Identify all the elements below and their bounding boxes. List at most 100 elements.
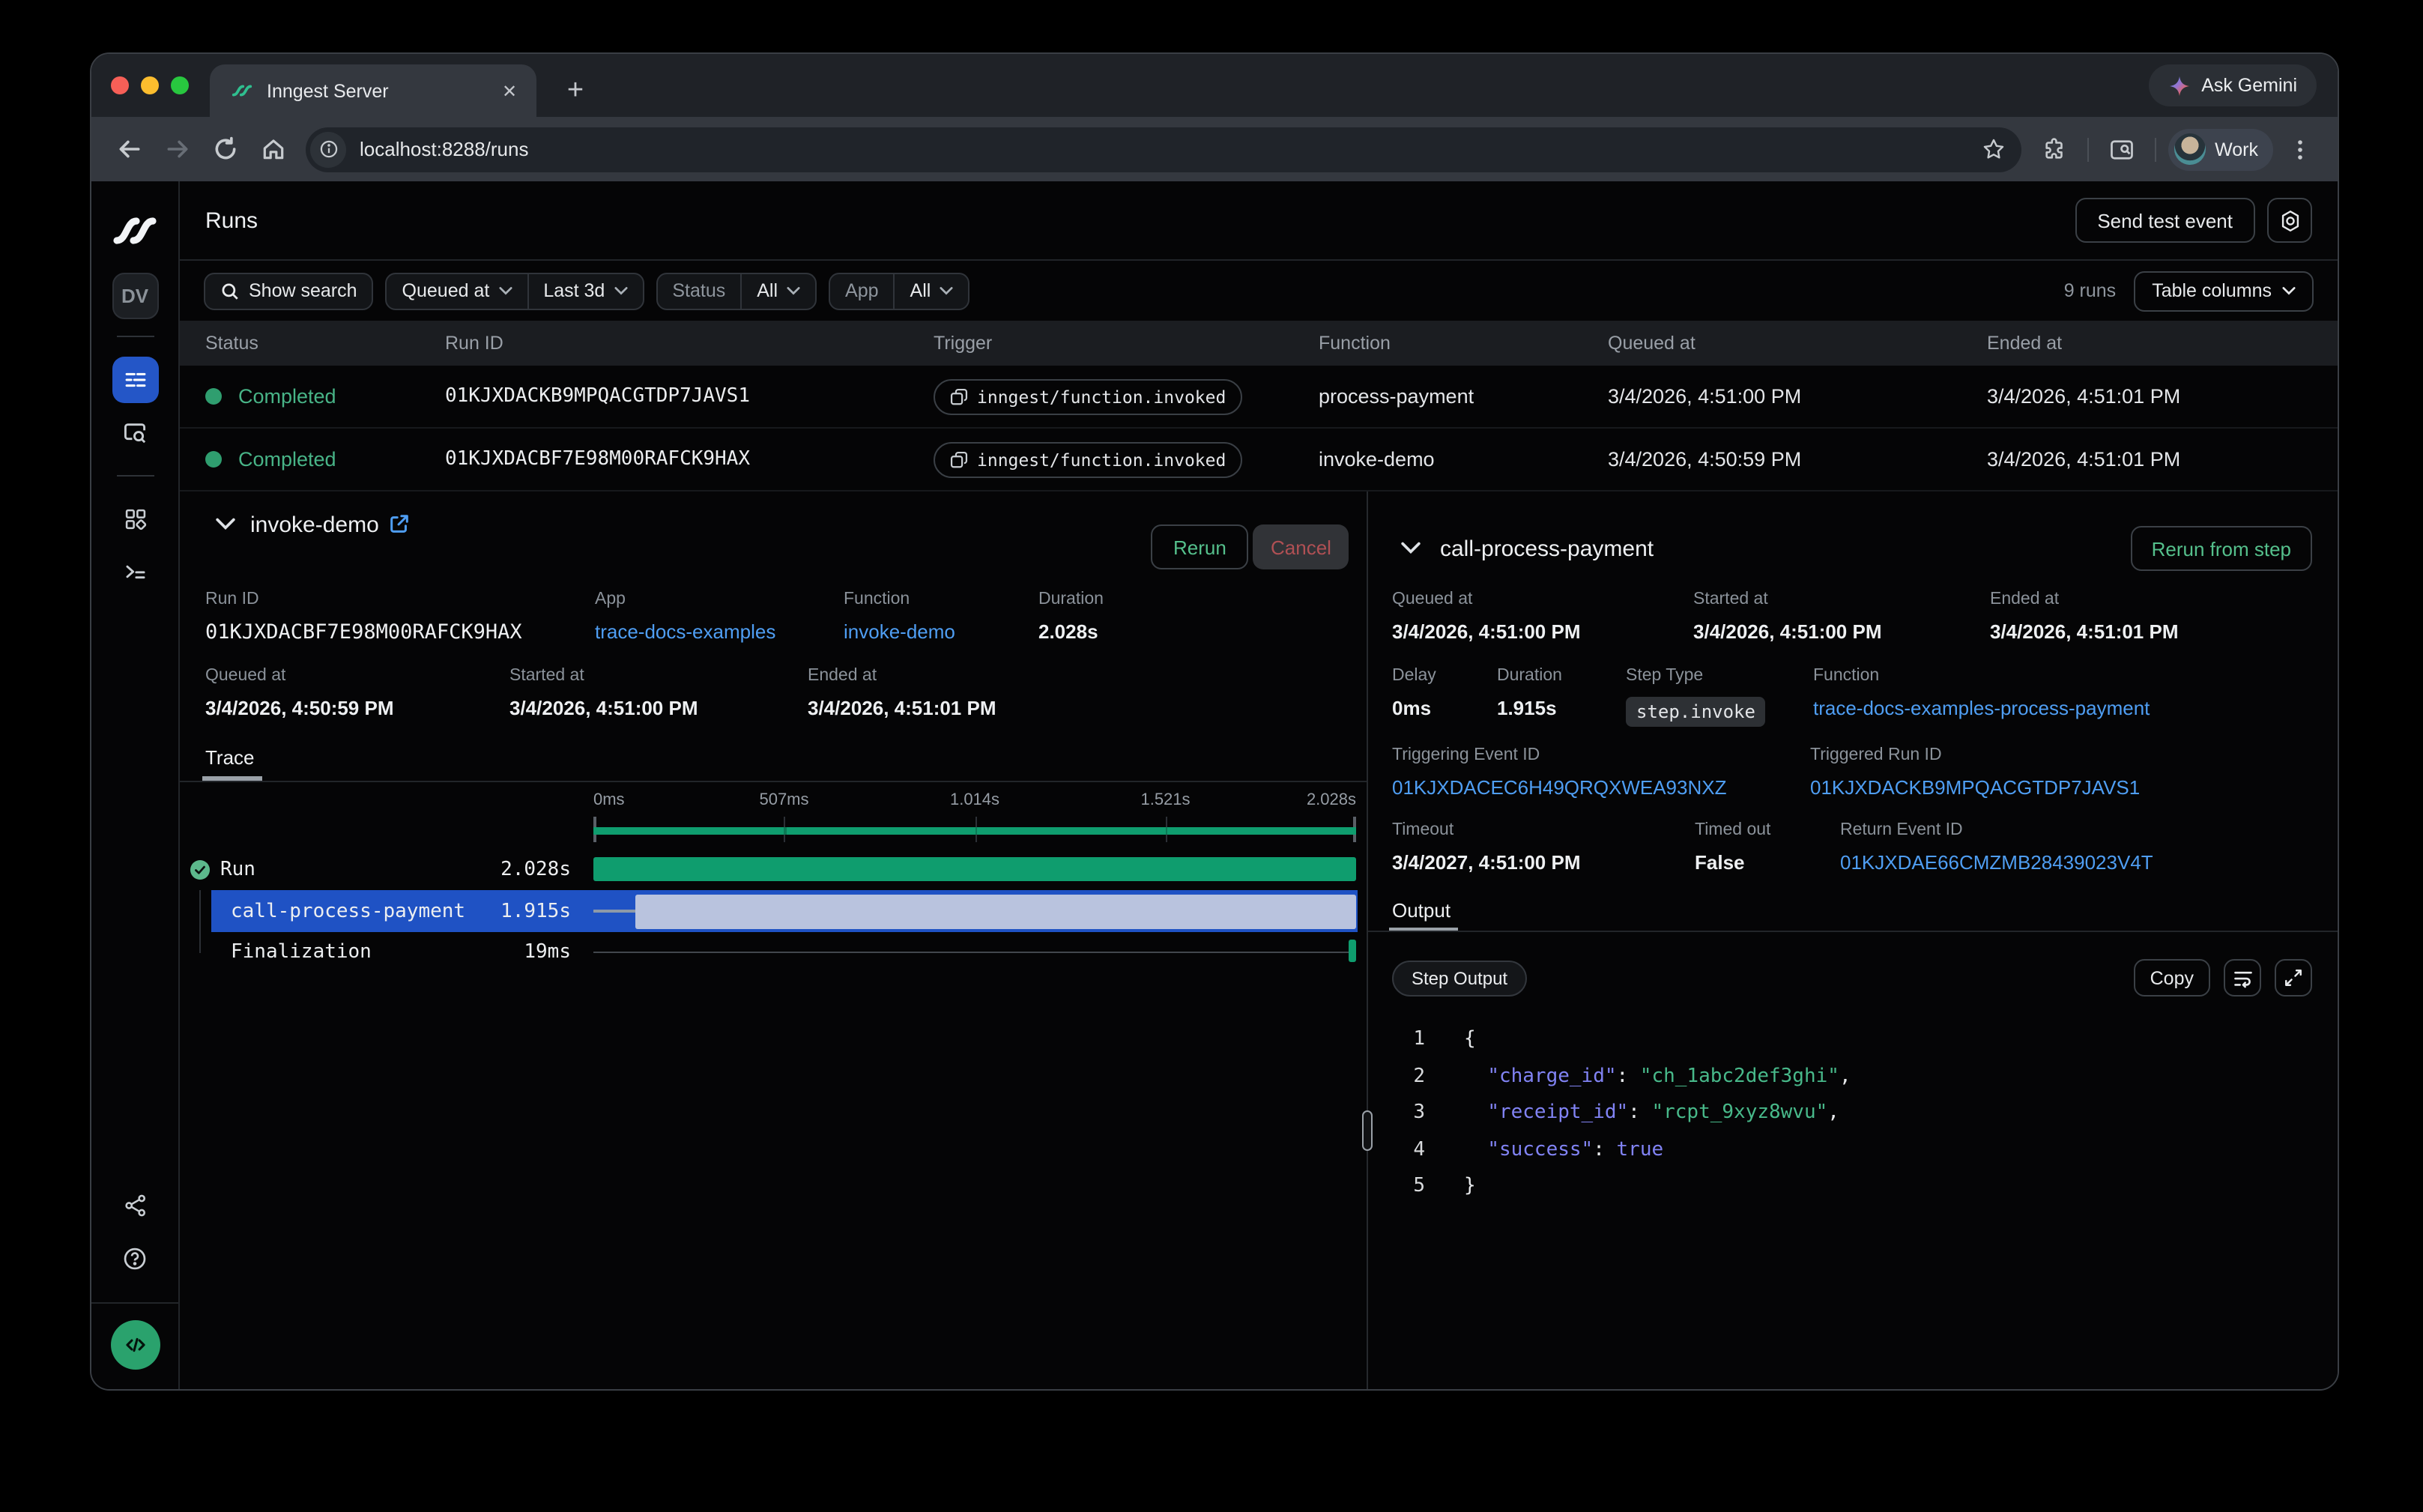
output-divider bbox=[1368, 931, 2338, 932]
run-title: invoke-demo bbox=[250, 512, 379, 538]
extensions-icon[interactable] bbox=[2033, 128, 2075, 170]
trace-ruler: 0ms 507ms 1.014s 1.521s 2.028s bbox=[593, 791, 1356, 812]
column-header-run-id[interactable]: Run ID bbox=[420, 333, 908, 354]
table-row[interactable]: Completed 01KJXDACKB9MPQACGTDP7JAVS1 inn… bbox=[180, 366, 2338, 429]
browser-menu-icon[interactable] bbox=[2279, 128, 2321, 170]
run-function: process-payment bbox=[1293, 385, 1582, 408]
search-icon bbox=[220, 281, 240, 300]
expand-button[interactable] bbox=[2275, 959, 2312, 997]
column-header-status[interactable]: Status bbox=[180, 333, 420, 354]
workspace-badge[interactable]: DV bbox=[112, 273, 158, 319]
return-event-id-link[interactable]: 01KJXDAE66CMZMB28439023V4T bbox=[1840, 851, 2153, 874]
send-test-event-button[interactable]: Send test event bbox=[2075, 198, 2255, 243]
maximize-window-button[interactable] bbox=[171, 76, 189, 94]
browser-profile-button[interactable]: Work bbox=[2168, 128, 2273, 170]
chevron-down-icon bbox=[614, 286, 627, 295]
external-link-icon[interactable] bbox=[388, 512, 411, 535]
tab-output[interactable]: Output bbox=[1392, 899, 1451, 922]
trace-bar-step[interactable] bbox=[635, 894, 1356, 928]
column-header-trigger[interactable]: Trigger bbox=[908, 333, 1293, 354]
trace-bar-finalization[interactable] bbox=[1349, 940, 1356, 962]
tab-trace[interactable]: Trace bbox=[205, 746, 255, 769]
trace-span-duration: 2.028s bbox=[421, 859, 571, 881]
ask-gemini-button[interactable]: Ask Gemini bbox=[2149, 64, 2317, 106]
trace-bar-connector bbox=[593, 951, 1349, 953]
column-header-queued-at[interactable]: Queued at bbox=[1582, 333, 1961, 354]
status-filter[interactable]: Status All bbox=[656, 272, 817, 309]
field-step-function: Function trace-docs-examples-process-pay… bbox=[1813, 667, 2150, 722]
field-step-ended-at: Ended at 3/4/2026, 4:51:01 PM bbox=[1990, 590, 2179, 646]
event-search-icon bbox=[121, 419, 148, 446]
trace-minimap[interactable] bbox=[593, 827, 1356, 834]
reload-button[interactable] bbox=[204, 128, 246, 170]
browser-tab[interactable]: Inngest Server ✕ bbox=[210, 64, 536, 117]
cancel-button[interactable]: Cancel bbox=[1253, 524, 1349, 569]
run-status: Completed bbox=[238, 448, 336, 471]
new-tab-button[interactable]: + bbox=[557, 73, 593, 109]
forward-button[interactable] bbox=[156, 128, 198, 170]
toolbar-separator bbox=[2155, 137, 2156, 161]
rerun-from-step-button[interactable]: Rerun from step bbox=[2131, 526, 2312, 571]
output-code[interactable]: 1{ 2 "charge_id": "ch_1abc2def3ghi", 3 "… bbox=[1392, 1022, 2323, 1206]
minimize-window-button[interactable] bbox=[141, 76, 159, 94]
rerun-button[interactable]: Rerun bbox=[1151, 524, 1249, 569]
field-function: Function invoke-demo bbox=[844, 590, 955, 646]
step-output-toggle[interactable]: Step Output bbox=[1392, 961, 1527, 997]
site-info-icon[interactable] bbox=[310, 131, 346, 167]
table-row[interactable]: Completed 01KJXDACBF7E98M00RAFCK9HAX inn… bbox=[180, 429, 2338, 492]
bookmark-star-icon[interactable] bbox=[1981, 136, 2006, 162]
code-line: 1{ bbox=[1392, 1022, 2323, 1059]
panel-resize-handle[interactable] bbox=[1362, 1110, 1373, 1151]
step-type-badge: step.invoke bbox=[1626, 697, 1766, 727]
home-button[interactable] bbox=[252, 128, 294, 170]
avatar bbox=[2174, 133, 2206, 165]
function-link[interactable]: invoke-demo bbox=[844, 620, 955, 643]
table-columns-button[interactable]: Table columns bbox=[2134, 270, 2314, 311]
field-triggered-run-id: Triggered Run ID 01KJXDACKB9MPQACGTDP7JA… bbox=[1810, 746, 2140, 802]
collapse-run-chevron-icon[interactable] bbox=[216, 517, 235, 530]
trigger-badge[interactable]: inngest/function.invoked bbox=[934, 441, 1242, 477]
field-duration: Duration 2.028s bbox=[1038, 590, 1104, 646]
step-function-link[interactable]: trace-docs-examples-process-payment bbox=[1813, 697, 2150, 719]
column-header-ended-at[interactable]: Ended at bbox=[1961, 333, 2338, 354]
wrap-text-button[interactable] bbox=[2224, 959, 2261, 997]
trace-tree-guide bbox=[199, 890, 201, 953]
code-line: 4 "success": true bbox=[1392, 1132, 2323, 1169]
close-window-button[interactable] bbox=[111, 76, 129, 94]
copy-button[interactable]: Copy bbox=[2134, 959, 2210, 997]
sidebar-item-events[interactable] bbox=[112, 409, 158, 456]
column-header-function[interactable]: Function bbox=[1293, 333, 1582, 354]
app-link[interactable]: trace-docs-examples bbox=[595, 620, 775, 643]
queued-at-filter[interactable]: Queued at Last 3d bbox=[386, 272, 644, 309]
triggering-event-id-link[interactable]: 01KJXDACEC6H49QRQXWEA93NXZ bbox=[1392, 776, 1727, 799]
functions-icon bbox=[122, 559, 148, 584]
sidebar-item-help[interactable] bbox=[112, 1235, 158, 1281]
back-button[interactable] bbox=[108, 128, 150, 170]
chevron-down-icon bbox=[940, 286, 953, 295]
trigger-badge[interactable]: inngest/function.invoked bbox=[934, 378, 1242, 414]
tab-close-icon[interactable]: ✕ bbox=[497, 79, 521, 103]
collapse-step-chevron-icon[interactable] bbox=[1401, 541, 1421, 554]
trace-tab-underline bbox=[202, 776, 262, 780]
sidebar-item-runs[interactable] bbox=[112, 357, 158, 403]
field-queued-at: Queued at 3/4/2026, 4:50:59 PM bbox=[205, 667, 394, 722]
sidebar-item-share[interactable] bbox=[112, 1182, 158, 1229]
sidebar-item-apps[interactable] bbox=[112, 496, 158, 542]
triggered-run-id-link[interactable]: 01KJXDACKB9MPQACGTDP7JAVS1 bbox=[1810, 776, 2140, 799]
trace-span-name[interactable]: Finalization bbox=[231, 941, 372, 964]
trace-bar-connector bbox=[593, 910, 635, 913]
search-tabs-icon[interactable] bbox=[2101, 128, 2143, 170]
field-triggering-event-id: Triggering Event ID 01KJXDACEC6H49QRQXWE… bbox=[1392, 746, 1727, 802]
settings-button[interactable] bbox=[2267, 198, 2312, 243]
field-delay: Delay 0ms bbox=[1392, 667, 1436, 722]
profile-name: Work bbox=[2215, 139, 2258, 160]
trace-span-name[interactable]: Run bbox=[220, 859, 255, 881]
show-search-button[interactable]: Show search bbox=[204, 272, 374, 309]
window-controls[interactable] bbox=[111, 76, 189, 94]
trace-bar-run[interactable] bbox=[593, 857, 1356, 881]
sidebar-item-functions[interactable] bbox=[112, 548, 158, 595]
dev-mode-button[interactable] bbox=[110, 1320, 160, 1370]
url-bar[interactable]: localhost:8288/runs bbox=[306, 127, 2021, 172]
app-filter[interactable]: App All bbox=[829, 272, 969, 309]
browser-tabstrip: Inngest Server ✕ + Ask Gemini bbox=[91, 54, 2338, 117]
